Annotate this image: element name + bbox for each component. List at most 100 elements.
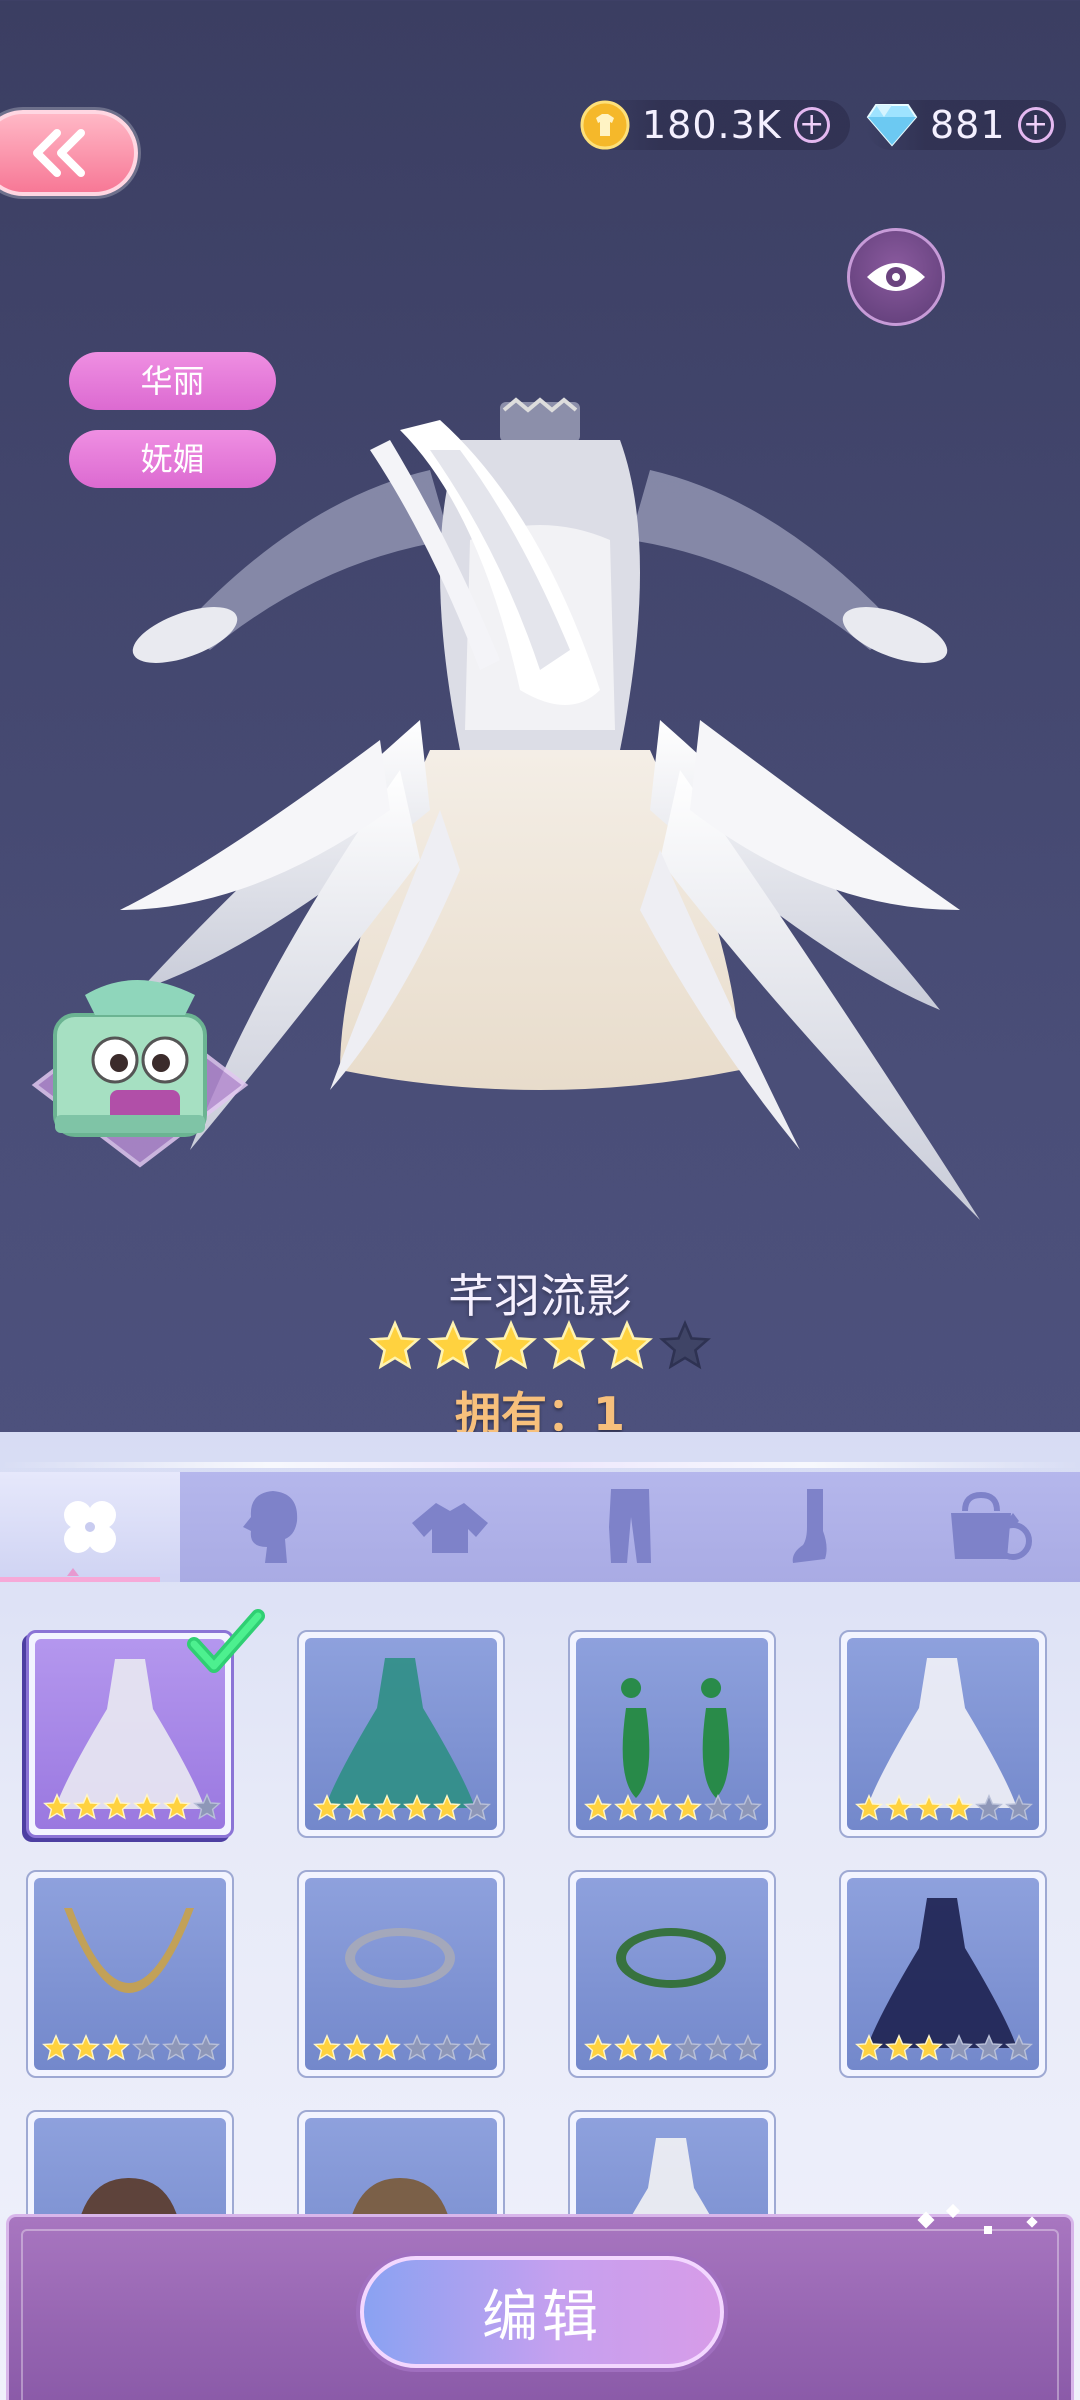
gold-coin-icon: [580, 100, 630, 150]
diamond-currency: 881 +: [866, 100, 1066, 150]
item-rating: [855, 2034, 1033, 2062]
star-filled-icon: [343, 1794, 371, 1821]
star-filled-icon: [43, 1793, 71, 1820]
star-filled-icon: [369, 1320, 421, 1370]
star-empty-icon: [659, 1320, 711, 1370]
star-filled-icon: [644, 2034, 672, 2061]
star-empty-icon: [674, 2034, 702, 2061]
star-filled-icon: [433, 1794, 461, 1821]
item-rating: [584, 2034, 762, 2062]
diamond-amount: 881: [930, 103, 1006, 147]
star-empty-icon: [945, 2034, 973, 2061]
add-gold-button[interactable]: +: [793, 107, 830, 143]
item-card-pearl-jade-bracelet[interactable]: [568, 1870, 776, 2078]
star-empty-icon: [1005, 2034, 1033, 2061]
bag-ring-icon: [951, 1491, 1032, 1560]
item-rating: [313, 2034, 491, 2062]
tab-tops[interactable]: [360, 1472, 540, 1582]
item-card-teal-robe-dress[interactable]: [297, 1630, 505, 1838]
gold-currency: 180.3K +: [580, 100, 850, 150]
star-empty-icon: [704, 2034, 732, 2061]
category-tabs: [0, 1472, 1080, 1582]
item-rating: [584, 1794, 762, 1822]
pants-icon: [609, 1489, 651, 1563]
tab-shoes[interactable]: [720, 1472, 900, 1582]
gold-amount: 180.3K: [642, 103, 782, 147]
item-card-navy-bow-dress[interactable]: [839, 1870, 1047, 2078]
top-garment-icon: [412, 1503, 488, 1553]
star-filled-icon: [163, 1793, 191, 1820]
star-filled-icon: [373, 1794, 401, 1821]
star-filled-icon: [313, 2034, 341, 2061]
star-filled-icon: [102, 2034, 130, 2061]
star-empty-icon: [734, 1794, 762, 1821]
star-filled-icon: [403, 1794, 431, 1821]
star-empty-icon: [975, 2034, 1003, 2061]
foot-icon: [792, 1489, 827, 1563]
item-name: 芊羽流影: [448, 1269, 632, 1323]
sparkle-decoration: [917, 2203, 1038, 2234]
star-filled-icon: [855, 2034, 883, 2061]
star-filled-icon: [343, 2034, 371, 2061]
item-rating: [313, 1794, 491, 1822]
item-rating: [43, 1793, 221, 1821]
star-filled-icon: [427, 1320, 479, 1370]
star-filled-icon: [601, 1320, 653, 1370]
star-filled-icon: [644, 1794, 672, 1821]
tab-all[interactable]: [0, 1472, 180, 1582]
star-filled-icon: [485, 1320, 537, 1370]
star-empty-icon: [734, 2034, 762, 2061]
star-empty-icon: [1005, 1794, 1033, 1821]
star-empty-icon: [433, 2034, 461, 2061]
sewing-machine-mascot-button[interactable]: [25, 965, 255, 1195]
star-filled-icon: [885, 2034, 913, 2061]
star-empty-icon: [463, 2034, 491, 2061]
checkmark-icon: [187, 1609, 265, 1673]
star-filled-icon: [855, 1794, 883, 1821]
star-filled-icon: [133, 1793, 161, 1820]
item-card-emerald-earrings[interactable]: [568, 1630, 776, 1838]
back-button[interactable]: [0, 110, 138, 196]
item-rating: [42, 2034, 220, 2062]
add-diamond-button[interactable]: +: [1017, 107, 1054, 143]
star-filled-icon: [674, 1794, 702, 1821]
star-filled-icon: [42, 2034, 70, 2061]
panel-divider: [0, 1462, 1080, 1468]
star-filled-icon: [584, 1794, 612, 1821]
star-empty-icon: [975, 1794, 1003, 1821]
star-filled-icon: [915, 2034, 943, 2061]
star-empty-icon: [132, 2034, 160, 2061]
star-empty-icon: [162, 2034, 190, 2061]
item-card-silver-bracelets[interactable]: [297, 1870, 505, 2078]
star-filled-icon: [73, 1793, 101, 1820]
star-filled-icon: [614, 1794, 642, 1821]
item-rating: [0, 1320, 1080, 1372]
item-rating: [855, 1794, 1033, 1822]
item-card-gold-necklace[interactable]: [26, 1870, 234, 2078]
star-filled-icon: [313, 1794, 341, 1821]
star-empty-icon: [193, 1793, 221, 1820]
star-filled-icon: [373, 2034, 401, 2061]
edit-button[interactable]: 编辑: [360, 2256, 724, 2368]
preview-toggle-button[interactable]: [847, 228, 945, 326]
tab-bottoms[interactable]: [540, 1472, 720, 1582]
item-card-white-lace-gown[interactable]: [839, 1630, 1047, 1838]
star-empty-icon: [192, 2034, 220, 2061]
tab-hair[interactable]: [180, 1472, 360, 1582]
star-empty-icon: [463, 1794, 491, 1821]
diamond-icon: [866, 104, 918, 147]
hair-silhouette-icon: [243, 1491, 298, 1563]
double-chevron-left-icon: [33, 129, 85, 177]
star-empty-icon: [403, 2034, 431, 2061]
star-filled-icon: [614, 2034, 642, 2061]
star-filled-icon: [584, 2034, 612, 2061]
star-filled-icon: [72, 2034, 100, 2061]
eye-icon: [867, 263, 925, 291]
star-filled-icon: [945, 1794, 973, 1821]
clover-icon: [64, 1501, 116, 1553]
star-empty-icon: [704, 1794, 732, 1821]
star-filled-icon: [543, 1320, 595, 1370]
star-filled-icon: [885, 1794, 913, 1821]
star-filled-icon: [915, 1794, 943, 1821]
tab-accessories[interactable]: [900, 1472, 1080, 1582]
